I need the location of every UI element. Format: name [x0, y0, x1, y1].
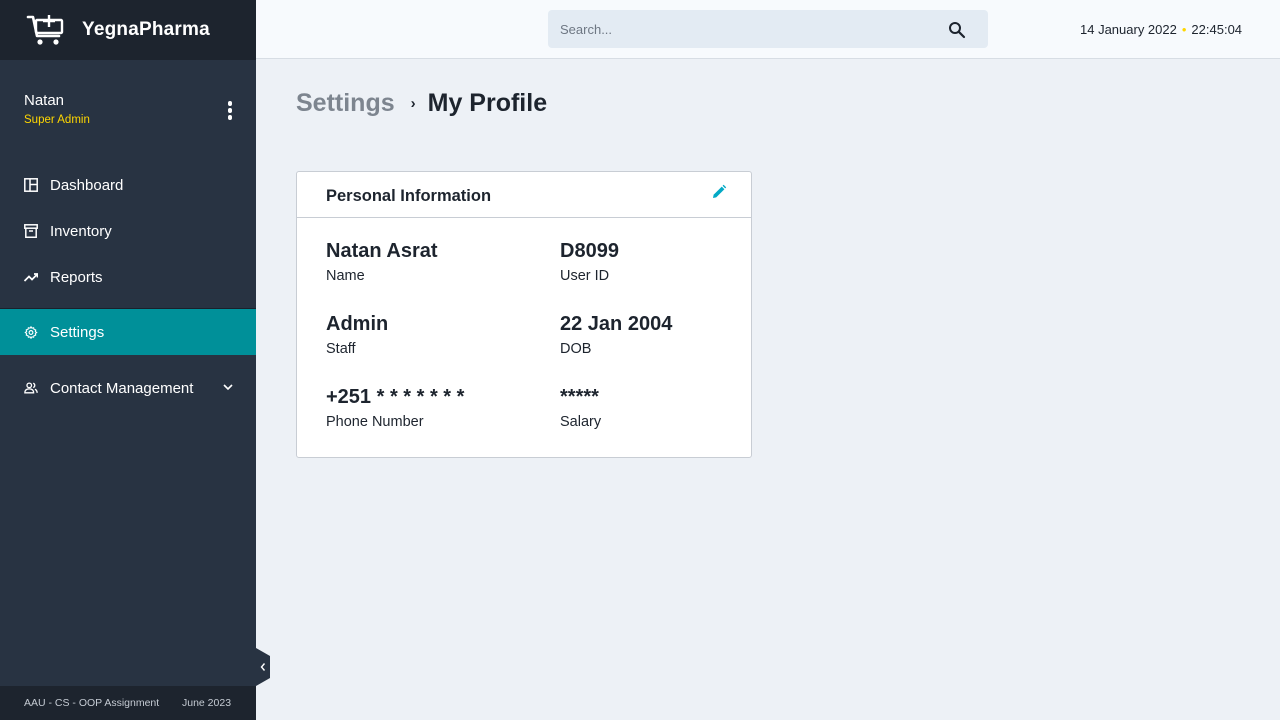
dashboard-icon — [24, 178, 38, 192]
field-staff: Admin Staff — [326, 313, 546, 357]
sidebar-item-label: Dashboard — [50, 176, 124, 194]
current-time: 22:45:04 — [1191, 22, 1243, 37]
sidebar-item-label: Contact Management — [50, 379, 194, 397]
user-id-value: D8099 — [560, 240, 619, 262]
card-header: Personal Information — [297, 172, 751, 218]
reports-icon — [24, 270, 38, 284]
name-label: Name — [326, 268, 365, 284]
sidebar-item-dashboard[interactable]: Dashboard — [0, 162, 256, 208]
field-name: Natan Asrat Name — [326, 240, 546, 284]
phone-value: +251 * * * * * * * — [326, 386, 465, 408]
staff-label: Staff — [326, 341, 356, 357]
users-icon — [24, 381, 38, 395]
field-user-id: D8099 User ID — [560, 240, 780, 284]
salary-label: Salary — [560, 414, 602, 430]
name-value: Natan Asrat — [326, 240, 438, 262]
kebab-menu-icon[interactable] — [222, 101, 238, 125]
sidebar-item-reports[interactable]: Reports — [0, 254, 256, 300]
breadcrumb-settings[interactable]: Settings — [296, 89, 395, 118]
datetime: 14 January 2022 • 22:45:04 — [1080, 22, 1242, 37]
user-panel: Natan Super Admin — [0, 0, 256, 150]
current-date: 14 January 2022 — [1080, 22, 1177, 37]
search-bar — [548, 10, 988, 48]
breadcrumb: Settings › My Profile — [296, 89, 547, 118]
gear-icon — [24, 325, 38, 339]
chevron-down-icon[interactable] — [222, 381, 234, 393]
sidebar-item-label: Inventory — [50, 222, 112, 240]
inventory-icon — [24, 224, 38, 238]
search-icon[interactable] — [948, 21, 966, 39]
sidebar-item-label: Settings — [50, 323, 105, 341]
field-phone: +251 * * * * * * * Phone Number — [326, 386, 546, 430]
search-input[interactable] — [560, 10, 940, 48]
phone-label: Phone Number — [326, 414, 424, 430]
field-dob: 22 Jan 2004 DOB — [560, 313, 780, 357]
breadcrumb-separator-icon: › — [410, 95, 416, 112]
chevron-left-icon[interactable] — [256, 648, 270, 686]
user-id-label: User ID — [560, 268, 610, 284]
staff-value: Admin — [326, 313, 389, 335]
user-role: Super Admin — [24, 114, 90, 126]
footer-date: June 2023 — [182, 697, 232, 709]
sidebar-item-contact-management[interactable]: Contact Management — [0, 365, 256, 411]
sidebar: YegnaPharma Natan Super Admin Dashboard … — [0, 0, 256, 720]
personal-info-card: Personal Information Natan Asrat Name D8… — [296, 171, 752, 458]
pencil-icon[interactable] — [711, 184, 727, 200]
dob-value: 22 Jan 2004 — [560, 313, 673, 335]
page-title: My Profile — [427, 89, 548, 117]
separator-dot: • — [1181, 22, 1187, 37]
sidebar-item-label: Reports — [50, 268, 103, 286]
user-name: Natan — [24, 92, 65, 109]
dob-label: DOB — [560, 341, 592, 357]
sidebar-footer: AAU - CS - OOP Assignment June 2023 — [0, 686, 256, 720]
field-salary: ***** Salary — [560, 386, 780, 430]
footer-credit: AAU - CS - OOP Assignment — [24, 697, 160, 709]
salary-value: ***** — [560, 386, 599, 408]
card-title: Personal Information — [326, 187, 492, 205]
sidebar-nav: Dashboard Inventory Reports Settings Con… — [0, 162, 256, 411]
sidebar-item-settings[interactable]: Settings — [0, 309, 256, 355]
sidebar-item-inventory[interactable]: Inventory — [0, 208, 256, 254]
topbar: 14 January 2022 • 22:45:04 — [256, 0, 1280, 59]
